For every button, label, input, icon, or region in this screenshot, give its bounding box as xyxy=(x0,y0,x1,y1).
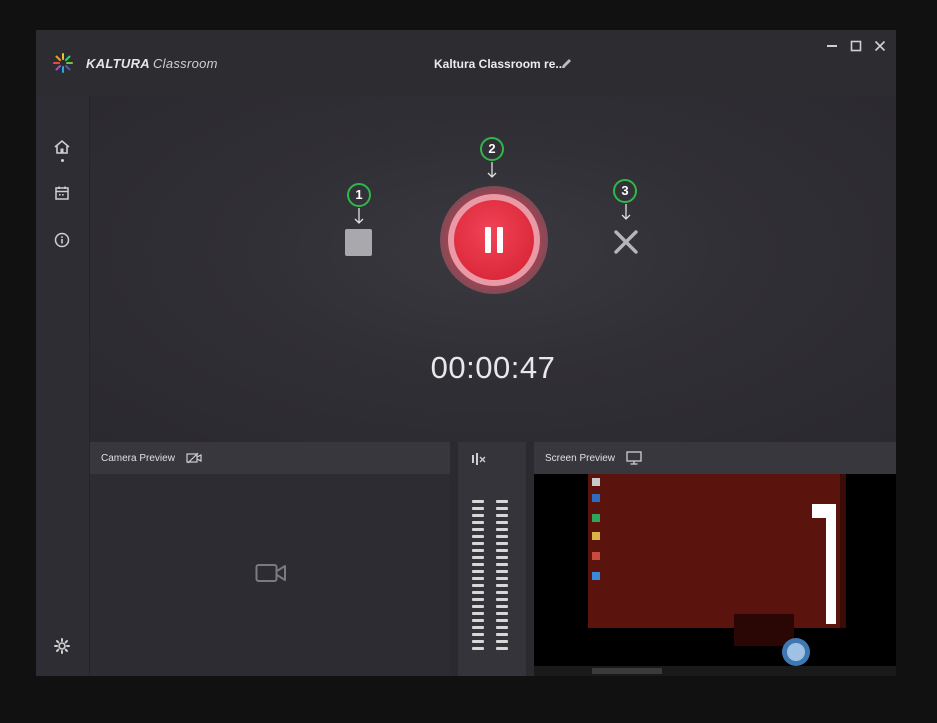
calendar-icon[interactable] xyxy=(53,184,71,202)
audio-meter-segment xyxy=(496,542,508,545)
annotation-2: 2 xyxy=(480,137,504,161)
audio-meter-segment xyxy=(496,549,508,552)
arrow-down-icon xyxy=(487,162,497,178)
audio-meter-segment xyxy=(496,612,508,615)
screen-preview xyxy=(534,474,896,676)
audio-meter-segment xyxy=(496,619,508,622)
audio-meter-segment xyxy=(472,647,484,650)
audio-meter-segment xyxy=(472,528,484,531)
pause-button-ring xyxy=(448,194,540,286)
audio-meter-segment xyxy=(472,507,484,510)
app-window: KALTURA Classroom Kaltura Classroom re... xyxy=(36,30,896,676)
audio-meter-segment xyxy=(496,556,508,559)
home-icon[interactable] xyxy=(53,138,71,156)
audio-meter-segment xyxy=(496,535,508,538)
stop-button[interactable] xyxy=(345,229,372,256)
audio-meter-segment xyxy=(472,612,484,615)
gear-icon[interactable] xyxy=(53,637,71,655)
video-camera-icon xyxy=(255,564,286,582)
audio-meter-segment xyxy=(472,514,484,517)
recording-title[interactable]: Kaltura Classroom re... xyxy=(434,57,565,71)
info-icon[interactable] xyxy=(53,231,71,249)
audio-meter-segment xyxy=(496,598,508,601)
audio-meter-segment xyxy=(496,514,508,517)
annotation-1: 1 xyxy=(347,183,371,207)
audio-meter-segment xyxy=(496,647,508,650)
pause-icon-bar-right xyxy=(497,227,503,253)
audio-meter-segment xyxy=(496,563,508,566)
maximize-icon[interactable] xyxy=(850,40,862,52)
audio-meter-segment xyxy=(472,542,484,545)
screen-capture-thumbnail xyxy=(534,474,896,676)
camera-preview-header: Camera Preview xyxy=(90,442,450,474)
audio-meter-segment xyxy=(496,577,508,580)
audio-meter-segment xyxy=(472,556,484,559)
audio-meter-segment xyxy=(496,528,508,531)
audio-meter-segment xyxy=(472,605,484,608)
audio-meter-segment xyxy=(496,605,508,608)
annotation-3: 3 xyxy=(613,179,637,203)
audio-meter-segment xyxy=(472,570,484,573)
screen-preview-label: Screen Preview xyxy=(545,453,616,464)
arrow-down-icon xyxy=(354,208,364,224)
audio-meter-segment xyxy=(496,500,508,503)
audio-meter-segment xyxy=(472,626,484,629)
pause-icon-bar-left xyxy=(485,227,491,253)
audio-meter-segment xyxy=(496,626,508,629)
audio-meter-segment xyxy=(496,521,508,524)
audio-meter-segment xyxy=(496,584,508,587)
audio-level-panel xyxy=(458,442,526,676)
audio-meter-segment xyxy=(472,591,484,594)
screen-preview-header: Screen Preview xyxy=(534,442,896,474)
audio-meter-segment xyxy=(472,598,484,601)
pause-button-core xyxy=(454,200,534,280)
cancel-recording-icon[interactable] xyxy=(613,229,639,255)
audio-meter-segment xyxy=(472,619,484,622)
audio-meter-segment xyxy=(496,570,508,573)
close-icon[interactable] xyxy=(874,40,886,52)
recording-timer: 00:00:47 xyxy=(430,350,556,385)
audio-meter-right xyxy=(496,500,508,654)
audio-meter-segment xyxy=(496,591,508,594)
audio-meter-segment xyxy=(496,640,508,643)
audio-meter-segment xyxy=(472,535,484,538)
camera-preview-label: Camera Preview xyxy=(101,453,175,464)
home-active-dot xyxy=(61,159,64,162)
brand-name: KALTURA Classroom xyxy=(86,56,218,71)
camera-preview xyxy=(90,474,450,676)
audio-meter-segment xyxy=(496,633,508,636)
microphone-off-icon[interactable] xyxy=(471,452,487,466)
sidebar xyxy=(36,96,90,676)
audio-meter-segment xyxy=(472,640,484,643)
monitor-icon[interactable] xyxy=(626,451,642,465)
pencil-icon[interactable] xyxy=(560,57,573,70)
audio-meter-segment xyxy=(472,584,484,587)
minimize-icon[interactable] xyxy=(826,40,838,52)
audio-meter-segment xyxy=(496,507,508,510)
title-bar: KALTURA Classroom Kaltura Classroom re... xyxy=(36,30,896,96)
audio-meter-segment xyxy=(472,549,484,552)
arrow-down-icon xyxy=(621,204,631,220)
audio-meter-segment xyxy=(472,577,484,580)
pause-button[interactable] xyxy=(440,186,548,294)
recording-area: 1 2 3 00:00:47 xyxy=(90,96,896,442)
kaltura-logo-icon xyxy=(53,53,73,73)
audio-meter-segment xyxy=(472,563,484,566)
audio-meter-segment xyxy=(472,633,484,636)
audio-meter-segment xyxy=(472,521,484,524)
camera-off-icon[interactable] xyxy=(186,452,202,464)
audio-meter-left xyxy=(472,500,484,654)
audio-meter-segment xyxy=(472,500,484,503)
